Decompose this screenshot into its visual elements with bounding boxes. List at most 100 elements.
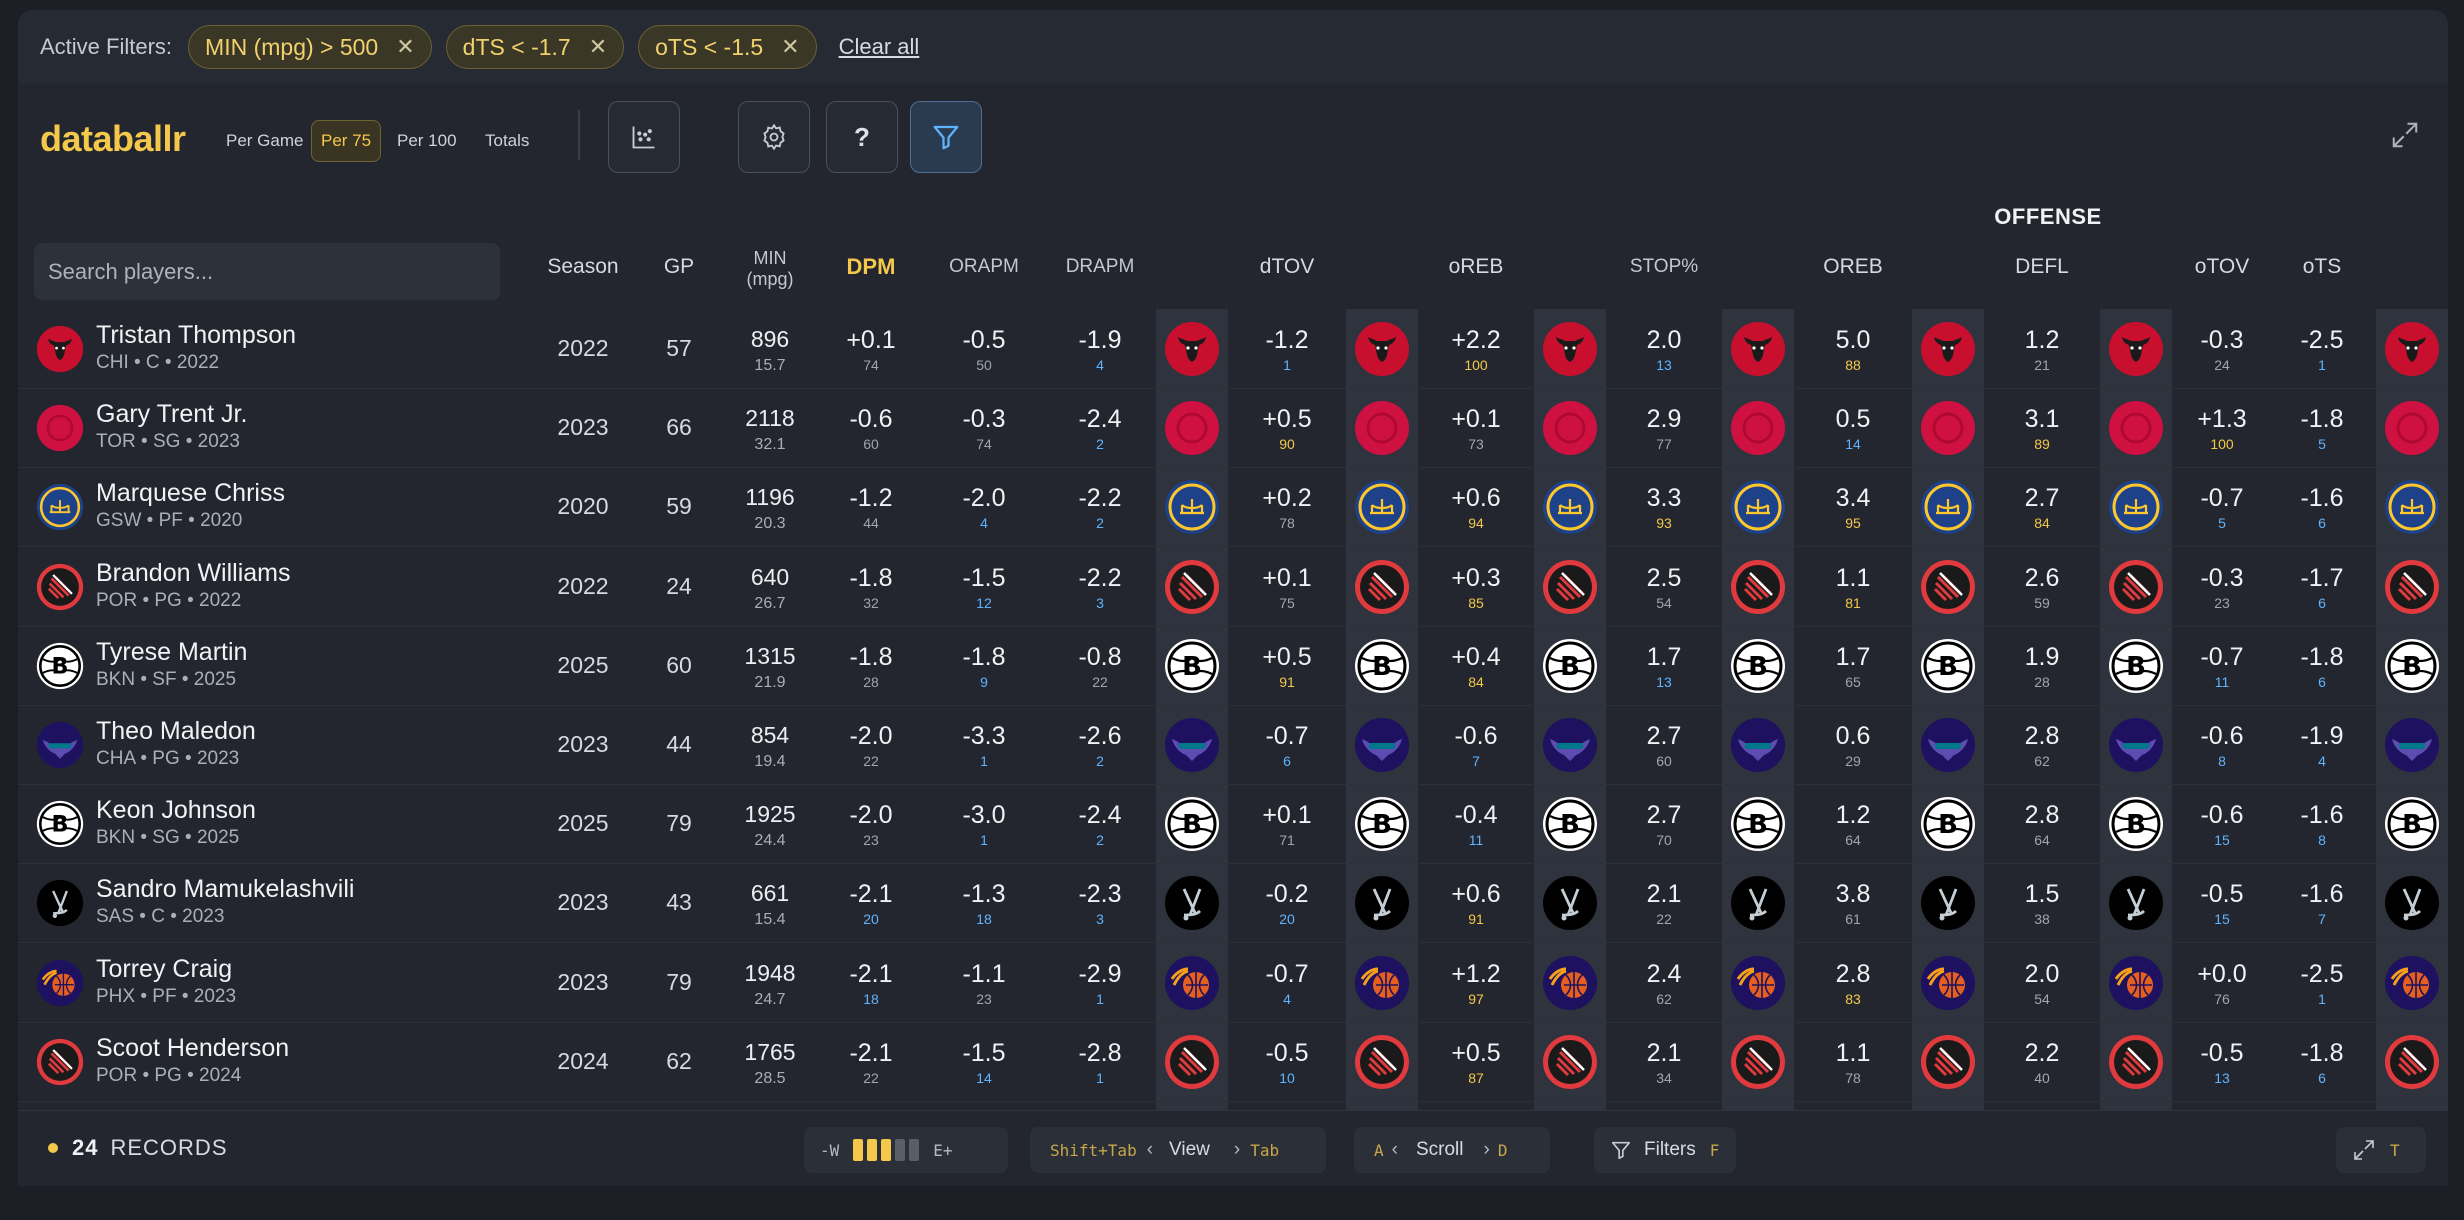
col-min[interactable]: MIN (mpg) — [722, 248, 818, 290]
databallr-logo[interactable]: databallr — [40, 118, 186, 160]
col-orapm[interactable]: ORAPM — [924, 256, 1044, 278]
scroll-left-key[interactable]: A — [1374, 1141, 1384, 1160]
chevron-left-icon[interactable]: ‹ — [1147, 1139, 1153, 1161]
filter-chip-min[interactable]: MIN (mpg) > 500 ✕ — [188, 25, 432, 69]
player-name[interactable]: Marquese Chriss — [96, 479, 285, 508]
player-cell[interactable]: Marquese Chriss GSW • PF • 2020 — [18, 467, 518, 546]
col-gp[interactable]: GP — [636, 256, 722, 278]
dpm-cell: -2.1 20 — [818, 863, 924, 942]
cha-team-logo-icon — [36, 721, 84, 769]
filter-chip-dts[interactable]: dTS < -1.7 ✕ — [445, 25, 625, 69]
stat-value: +0.5 — [1262, 405, 1312, 434]
filters-footer-button[interactable]: Filters F — [1594, 1127, 1736, 1173]
table-row[interactable]: Gary Trent Jr. TOR • SG • 2023 2023 66 2118 3… — [18, 388, 2448, 469]
team-logo-cell — [2100, 705, 2172, 784]
player-name[interactable]: Brandon Williams — [96, 559, 291, 588]
player-cell[interactable]: Sandro Mamukelashvili SAS • C • 2023 — [18, 863, 518, 942]
remove-filter-icon[interactable]: ✕ — [589, 34, 607, 60]
chevron-right-icon[interactable]: › — [1483, 1139, 1489, 1161]
table-row[interactable]: Marquese Chriss GSW • PF • 2020 2020 59 1196… — [18, 467, 2448, 548]
player-cell[interactable]: Gary Trent Jr. TOR • SG • 2023 — [18, 388, 518, 467]
table-row[interactable]: Brandon Williams POR • PG • 2022 2022 24 640… — [18, 547, 2448, 627]
mpg-value: 24.7 — [754, 990, 786, 1008]
col-dpm[interactable]: DPM — [818, 256, 924, 278]
table-row[interactable]: B Keon Johnson BKN • SG • 2025 2025 79 1925 24… — [18, 784, 2448, 865]
view-prev-key[interactable]: Shift+Tab — [1050, 1141, 1137, 1160]
mode-totals[interactable]: Totals — [476, 120, 538, 162]
table-row[interactable]: Theo Maledon CHA • PG • 2023 2023 44 854 19.4… — [18, 705, 2448, 785]
settings-button[interactable] — [738, 101, 810, 173]
col-oreb-lower[interactable]: oREB — [1418, 256, 1534, 278]
col-season[interactable]: Season — [530, 256, 636, 278]
stat-percentile: 54 — [1656, 594, 1672, 611]
width-increase-key[interactable]: E+ — [933, 1141, 952, 1160]
player-cell[interactable]: Brandon Williams POR • PG • 2022 — [18, 547, 518, 626]
stat-value: -2.4 — [1078, 801, 1122, 830]
chevron-right-icon[interactable]: › — [1234, 1139, 1240, 1161]
team-logo — [1542, 955, 1598, 1011]
col-defl[interactable]: DEFL — [1984, 256, 2100, 278]
scroll-right-key[interactable]: D — [1498, 1141, 1508, 1160]
remove-filter-icon[interactable]: ✕ — [781, 34, 799, 60]
remove-filter-icon[interactable]: ✕ — [396, 34, 414, 60]
active-filters-label: Active Filters: — [40, 34, 173, 59]
player-cell[interactable]: B Tyrese Martin BKN • SF • 2025 — [18, 626, 518, 705]
view-next-key[interactable]: Tab — [1250, 1141, 1279, 1160]
player-name[interactable]: Scoot Henderson — [96, 1034, 289, 1063]
mode-per-100[interactable]: Per 100 — [388, 120, 466, 162]
team-logo: B — [1542, 638, 1598, 694]
player-cell[interactable]: Tristan Thompson CHI • C • 2022 — [18, 309, 518, 388]
column-width-control[interactable]: -W E+ — [804, 1127, 1008, 1173]
filter-button[interactable] — [910, 101, 982, 173]
mode-per-game[interactable]: Per Game — [217, 120, 312, 162]
help-button[interactable]: ? — [826, 101, 898, 173]
filter-chip-ots[interactable]: oTS < -1.5 ✕ — [638, 25, 817, 69]
team-logo: B — [1920, 796, 1976, 852]
player-cell[interactable]: Theo Maledon CHA • PG • 2023 — [18, 705, 518, 784]
dtov-cell: +0.5 90 — [1228, 388, 1346, 467]
stat-percentile: 15 — [2214, 832, 2230, 849]
player-name[interactable]: Keon Johnson — [96, 796, 256, 825]
team-logo-cell — [1156, 547, 1228, 626]
player-name[interactable]: Sandro Mamukelashvili — [96, 875, 354, 904]
stat-value: -0.6 — [2200, 722, 2244, 750]
mode-per-75[interactable]: Per 75 — [311, 120, 382, 162]
search-players-input[interactable]: Search players... — [34, 243, 500, 300]
fullscreen-footer-button[interactable]: T — [2336, 1127, 2426, 1173]
stat-value: -0.3 — [2200, 563, 2244, 592]
player-name[interactable]: Tristan Thompson — [96, 321, 296, 350]
table-row[interactable]: Tristan Thompson CHI • C • 2022 2022 57 896 1… — [18, 309, 2448, 389]
chart-button[interactable] — [608, 101, 680, 173]
col-oreb[interactable]: OREB — [1794, 256, 1912, 278]
stat-percentile: 1 — [1096, 990, 1104, 1007]
player-team-logo: B — [36, 642, 84, 690]
col-drapm[interactable]: DRAPM — [1044, 256, 1156, 278]
stat-value: 2.1 — [1646, 880, 1682, 909]
col-otov[interactable]: oTOV — [2172, 256, 2272, 278]
col-stop-pct[interactable]: STOP% — [1606, 256, 1722, 278]
table-row[interactable]: Scoot Henderson POR • PG • 2024 2024 62 1765… — [18, 1022, 2448, 1102]
player-cell[interactable]: B Keon Johnson BKN • SG • 2025 — [18, 784, 518, 863]
player-name[interactable]: Torrey Craig — [96, 955, 232, 984]
player-team-logo — [36, 483, 84, 531]
scroll-control[interactable]: A ‹ Scroll › D — [1354, 1127, 1550, 1173]
player-name[interactable]: Gary Trent Jr. — [96, 400, 247, 429]
clear-all-filters-link[interactable]: Clear all — [839, 34, 920, 60]
table-row[interactable]: B Tyrese Martin BKN • SF • 2025 2025 60 1315 2… — [18, 626, 2448, 706]
stop-cell: 2.1 22 — [1606, 863, 1722, 942]
player-cell[interactable]: Torrey Craig PHX • PF • 2023 — [18, 943, 518, 1022]
expand-button[interactable] — [2390, 120, 2420, 150]
player-name[interactable]: Tyrese Martin — [96, 638, 247, 667]
width-decrease-key[interactable]: -W — [820, 1141, 839, 1160]
stat-value: -0.5 — [2200, 880, 2244, 909]
table-row[interactable]: Torrey Craig PHX • PF • 2023 2023 79 1948 24.… — [18, 943, 2448, 1023]
player-cell[interactable]: Scoot Henderson POR • PG • 2024 — [18, 1022, 518, 1101]
table-row[interactable]: Sandro Mamukelashvili SAS • C • 2023 2023 4… — [18, 863, 2448, 944]
col-dtov[interactable]: dTOV — [1228, 256, 1346, 278]
view-switcher[interactable]: Shift+Tab ‹ View › Tab — [1030, 1127, 1326, 1173]
player-name[interactable]: Theo Maledon — [96, 717, 256, 746]
chevron-left-icon[interactable]: ‹ — [1392, 1139, 1398, 1161]
col-ots[interactable]: oTS — [2272, 256, 2372, 278]
stat-value: 0.6 — [1835, 722, 1871, 750]
gsw-team-logo-icon — [2385, 480, 2439, 535]
